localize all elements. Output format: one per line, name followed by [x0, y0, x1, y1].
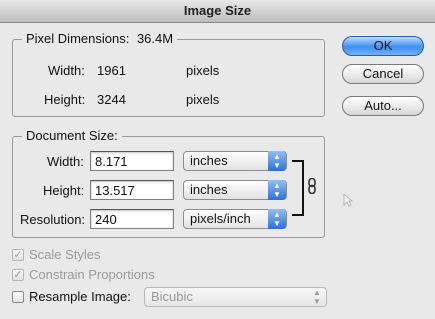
window-title: Image Size — [0, 0, 435, 23]
doc-width-unit-value: inches — [190, 153, 228, 168]
pixel-width-value: 1961 — [97, 63, 126, 78]
doc-height-unit-value: inches — [190, 182, 228, 197]
doc-width-unit-select[interactable]: inches ▲ ▼ — [183, 151, 287, 171]
select-arrows-icon: ▲ ▼ — [268, 151, 286, 171]
pixel-width-label: Width: — [48, 63, 85, 78]
resolution-unit-select[interactable]: pixels/inch ▲ ▼ — [183, 209, 287, 229]
resolution-unit-value: pixels/inch — [190, 211, 251, 226]
doc-width-label: Width: — [47, 154, 84, 169]
doc-height-unit-select[interactable]: inches ▲ ▼ — [183, 180, 287, 200]
cancel-button[interactable]: Cancel — [342, 64, 424, 84]
resample-method-select[interactable]: Bicubic ▲ ▼ — [144, 287, 327, 307]
doc-height-label: Height: — [43, 183, 85, 198]
scale-styles-checkbox[interactable]: ✓ — [12, 249, 24, 261]
select-arrows-icon: ▲ ▼ — [313, 288, 321, 306]
mouse-cursor-icon — [343, 193, 354, 210]
resample-image-label: Resample Image: — [29, 289, 131, 304]
doc-height-input[interactable]: 13.517 — [90, 180, 174, 200]
chain-link-icon — [307, 177, 317, 195]
pixel-dimensions-title: Pixel Dimensions: — [26, 31, 130, 46]
pixel-height-unit: pixels — [186, 92, 220, 107]
constrain-proportions-label: Constrain Proportions — [29, 267, 155, 282]
constrain-link-bracket — [292, 160, 304, 216]
pixel-dimensions-size: 36.4M — [136, 31, 174, 46]
pixel-height-label: Height: — [44, 92, 86, 107]
pixel-width-unit: pixels — [186, 63, 220, 78]
resolution-label: Resolution: — [20, 212, 86, 227]
auto-button[interactable]: Auto... — [342, 96, 424, 116]
ok-button[interactable]: OK — [342, 36, 424, 56]
pixel-dimensions-label: Pixel Dimensions: 36.4M — [22, 31, 178, 46]
resolution-input[interactable]: 240 — [90, 209, 174, 229]
resample-image-checkbox[interactable] — [12, 291, 24, 303]
doc-width-input[interactable]: 8.171 — [90, 151, 174, 171]
select-arrows-icon: ▲ ▼ — [268, 180, 286, 200]
constrain-proportions-checkbox[interactable]: ✓ — [12, 269, 24, 281]
select-arrows-icon: ▲ ▼ — [268, 209, 286, 229]
document-size-title: Document Size: — [22, 128, 122, 143]
resample-method-value: Bicubic — [151, 289, 193, 304]
scale-styles-label: Scale Styles — [29, 247, 101, 262]
pixel-height-value: 3244 — [97, 92, 126, 107]
